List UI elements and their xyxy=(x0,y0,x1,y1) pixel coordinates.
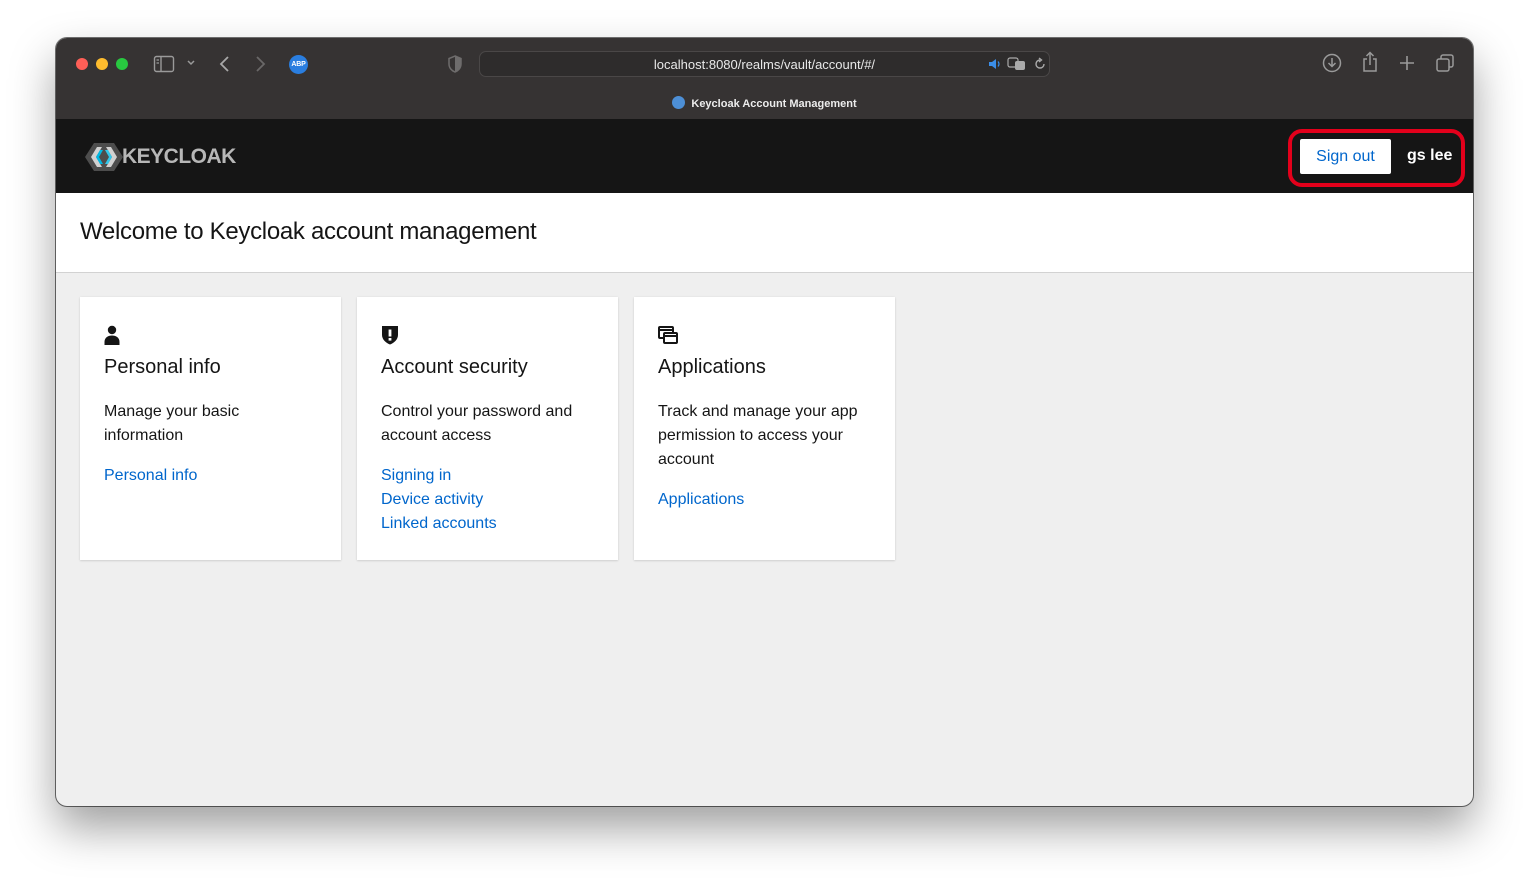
card-description: Control your password and account access xyxy=(381,403,573,444)
logo-text: KEYCLOAK xyxy=(122,145,236,168)
card-links: Applications xyxy=(658,488,744,512)
tab-overview-icon[interactable] xyxy=(1435,53,1455,73)
keycloak-hexagon-icon xyxy=(85,143,123,171)
card-description: Manage your basic information xyxy=(104,403,240,444)
link-signing-in[interactable]: Signing in xyxy=(381,464,497,488)
zoom-window-button[interactable] xyxy=(116,58,128,70)
link-device-activity[interactable]: Device activity xyxy=(381,488,497,512)
keycloak-logo[interactable]: KEYCLOAK xyxy=(84,143,236,171)
card-links: Personal info xyxy=(104,464,197,488)
browser-window: ABP localhost:8080/realms/vault/account/… xyxy=(56,38,1473,806)
card-personal-info: Personal info Manage your basic informat… xyxy=(80,297,341,560)
card-title: Applications xyxy=(658,356,766,378)
close-window-button[interactable] xyxy=(76,58,88,70)
card-links: Signing in Device activity Linked accoun… xyxy=(381,464,497,536)
welcome-section: Welcome to Keycloak account management xyxy=(56,193,1473,273)
new-tab-icon[interactable] xyxy=(1398,54,1416,72)
privacy-shield-icon[interactable] xyxy=(447,55,463,73)
card-account-security: Account security Control your password a… xyxy=(357,297,618,560)
card-applications: Applications Track and manage your app p… xyxy=(634,297,895,560)
link-personal-info[interactable]: Personal info xyxy=(104,464,197,488)
address-bar[interactable]: localhost:8080/realms/vault/account/#/ xyxy=(479,51,1050,77)
link-linked-accounts[interactable]: Linked accounts xyxy=(381,512,497,536)
page-title: Welcome to Keycloak account management xyxy=(80,218,537,245)
shield-icon xyxy=(381,325,399,345)
adblock-extension-icon[interactable]: ABP xyxy=(289,55,308,74)
card-description: Track and manage your app permission to … xyxy=(658,403,858,468)
speaker-icon[interactable] xyxy=(988,58,1002,70)
sidebar-toggle-icon[interactable] xyxy=(153,55,175,73)
forward-icon[interactable] xyxy=(253,54,267,74)
card-title: Personal info xyxy=(104,356,221,378)
chevron-down-icon[interactable] xyxy=(186,59,196,67)
browser-toolbar: ABP localhost:8080/realms/vault/account/… xyxy=(56,38,1473,119)
keycloak-favicon-icon xyxy=(672,96,686,109)
applications-icon xyxy=(658,325,678,345)
annotation-highlight xyxy=(1288,129,1465,187)
share-icon[interactable] xyxy=(1361,51,1379,73)
downloads-icon[interactable] xyxy=(1322,53,1342,73)
url-text: localhost:8080/realms/vault/account/#/ xyxy=(653,57,876,72)
active-tab[interactable]: Keycloak Account Management xyxy=(56,96,1473,110)
masthead: KEYCLOAK Sign out gs lee xyxy=(56,119,1473,193)
tab-title: Keycloak Account Management xyxy=(691,98,857,110)
user-icon xyxy=(104,325,122,345)
back-icon[interactable] xyxy=(218,54,232,74)
reload-icon[interactable] xyxy=(1033,57,1047,71)
translate-icon[interactable] xyxy=(1007,57,1027,71)
minimize-window-button[interactable] xyxy=(96,58,108,70)
link-applications[interactable]: Applications xyxy=(658,488,744,512)
card-title: Account security xyxy=(381,356,528,378)
